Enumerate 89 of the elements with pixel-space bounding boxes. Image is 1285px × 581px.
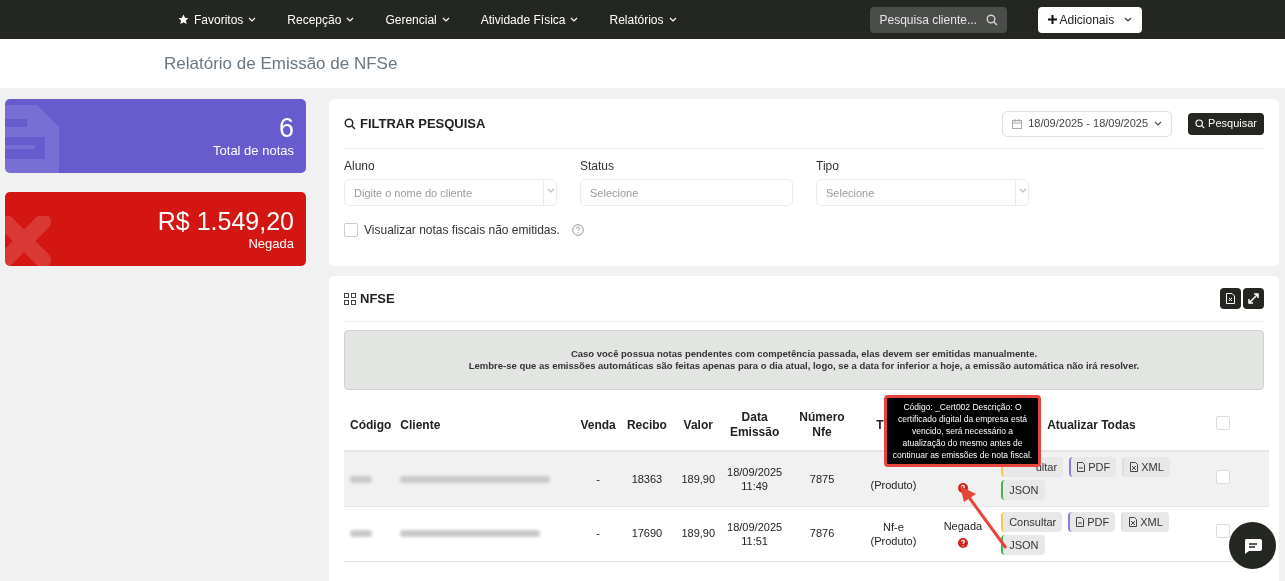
table-cell: 7876 xyxy=(809,527,835,540)
file-icon xyxy=(1077,462,1086,473)
input-field[interactable]: Selecione xyxy=(580,179,793,206)
column-header: T xyxy=(876,417,884,432)
search-icon xyxy=(985,13,998,26)
caret-icon xyxy=(1154,121,1163,126)
row-checkbox[interactable] xyxy=(1215,469,1230,484)
date-range-picker[interactable]: 18/09/2025 - 18/09/2025 xyxy=(1002,110,1173,137)
stat-label: Total de notas xyxy=(213,143,294,159)
field-label: Tipo xyxy=(816,158,840,175)
table-cell-text: 11:49 xyxy=(740,478,769,493)
panel-title: NFSE xyxy=(360,289,395,308)
expand-button[interactable] xyxy=(1243,288,1264,309)
field-label: Status xyxy=(580,158,616,175)
table-cell: 7875 xyxy=(809,472,835,485)
column-header: Recibo xyxy=(626,417,667,432)
table-cell-text: (Produto) xyxy=(869,477,918,492)
file-icon xyxy=(1130,462,1139,473)
plus-icon xyxy=(1047,15,1057,24)
help-icon[interactable] xyxy=(957,537,968,548)
add-dropdown-button[interactable]: Adicionais xyxy=(1037,6,1142,33)
table-cell-text: 18/09/2025 xyxy=(726,519,784,534)
search-button[interactable]: Pesquisar xyxy=(1188,112,1264,135)
pdf-button[interactable]: PDF xyxy=(1068,512,1116,532)
caret-icon xyxy=(441,17,450,22)
notice-text: Caso você possua notas pendentes com competência passada, elas devem ser emitidas manualmente. xyxy=(570,348,1038,360)
blurred-text xyxy=(350,475,372,483)
checkbox[interactable] xyxy=(344,223,358,237)
table-cell: - xyxy=(596,527,600,540)
search-icon xyxy=(1195,118,1206,129)
excel-export-button[interactable] xyxy=(1220,288,1241,309)
xml-button[interactable]: XML xyxy=(1121,512,1169,532)
json-button[interactable]: JSON xyxy=(1001,480,1045,501)
spreadsheet-icon xyxy=(1226,293,1235,304)
expand-icon xyxy=(1248,293,1259,304)
column-header: Cliente xyxy=(400,417,441,432)
notice-text: Lembre-se que as emissões automáticas são feitas apenas para o dia atual, logo, se a data for inferior a hoje, a emissão automática não irá resolver. xyxy=(468,360,1140,372)
nav-menu-item[interactable]: Favoritos xyxy=(178,10,257,29)
search-icon xyxy=(344,117,356,130)
column-header: Data Emissão xyxy=(728,410,781,440)
file-icon xyxy=(1129,517,1138,527)
pdf-button[interactable]: PDF xyxy=(1069,457,1117,478)
xml-button[interactable]: XML xyxy=(1122,457,1170,478)
stat-value: R$ 1.549,20 xyxy=(157,206,294,236)
nav-menu-item[interactable]: Gerencial xyxy=(385,10,450,29)
caret-icon xyxy=(1123,17,1132,22)
caret-icon xyxy=(668,17,677,22)
nav-menu-item[interactable]: Relatórios xyxy=(609,10,677,29)
grid-icon xyxy=(344,292,356,305)
table-cell: 18363 xyxy=(631,472,663,485)
stat-value: 6 xyxy=(278,113,294,143)
field-label: Aluno xyxy=(344,158,376,175)
caret-icon xyxy=(346,17,355,22)
consult-button[interactable]: Consultar xyxy=(1001,512,1063,532)
column-header: Atualizar Todas xyxy=(1047,417,1136,432)
select-field[interactable]: Digite o nome do cliente xyxy=(344,179,557,206)
nav-menu-item[interactable]: Recepção xyxy=(287,10,355,29)
status-text: Negada xyxy=(942,519,984,534)
stat-label: Negada xyxy=(248,236,294,252)
caret-icon xyxy=(546,188,555,193)
column-header: Código xyxy=(350,417,392,432)
calendar-icon xyxy=(1012,118,1023,129)
panel-title: FILTRAR PESQUISA xyxy=(360,114,486,133)
file-icon xyxy=(1076,517,1085,527)
json-button[interactable]: JSON xyxy=(1001,535,1045,555)
row-checkbox[interactable] xyxy=(1215,524,1230,539)
table-cell: 17690 xyxy=(631,527,663,540)
column-header: Valor xyxy=(683,417,713,432)
column-header: Número Nfe xyxy=(798,410,846,440)
client-search-field[interactable]: Pesquisa cliente... xyxy=(869,6,1007,33)
caret-icon xyxy=(1018,188,1027,193)
table-cell: 189,90 xyxy=(681,527,716,540)
column-header: Venda xyxy=(580,417,616,432)
caret-icon xyxy=(248,17,257,22)
table-cell-text: 11:51 xyxy=(740,533,769,548)
row-checkbox[interactable] xyxy=(1215,415,1230,430)
table-cell: - xyxy=(596,472,600,485)
select-field[interactable]: Selecione xyxy=(816,179,1029,206)
table-cell: 189,90 xyxy=(681,472,716,485)
table-cell-text: 18/09/2025 xyxy=(726,464,784,479)
chat-icon xyxy=(1242,537,1263,554)
checkbox-label: Visualizar notas fiscais não emitidas. xyxy=(364,222,560,239)
caret-icon xyxy=(570,17,579,22)
page-title: Relatório de Emissão de NFSe xyxy=(164,52,398,75)
table-cell-text: Nf-e (Produto) xyxy=(869,519,918,548)
document-icon xyxy=(5,105,59,173)
help-icon[interactable] xyxy=(571,224,584,236)
blurred-text xyxy=(350,530,372,538)
nav-menu-item[interactable]: Atividade Física xyxy=(480,10,579,29)
